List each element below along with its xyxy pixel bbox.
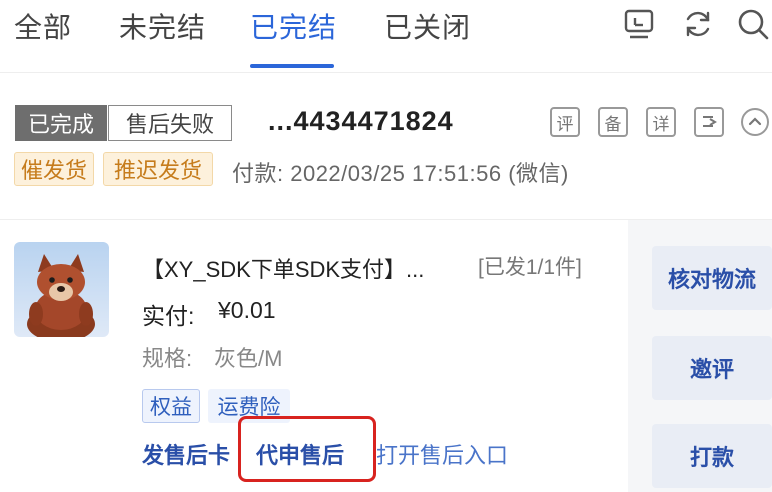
refresh-icon[interactable] — [681, 7, 715, 41]
order-header — [0, 73, 772, 220]
benefit-tag: 权益 — [142, 389, 200, 423]
tab-all[interactable]: 全部 — [14, 6, 72, 46]
paid-label: 实付: — [142, 303, 195, 329]
chevron-up-icon[interactable] — [741, 108, 769, 136]
shipping-insurance-tag: 运费险 — [208, 389, 290, 423]
apply-after-sale-link[interactable]: 代申售后 — [256, 438, 344, 470]
search-icon[interactable] — [736, 7, 770, 41]
tab-closed[interactable]: 已关闭 — [384, 6, 471, 46]
spec-label: 规格: — [142, 346, 193, 371]
invite-review-button[interactable]: 邀评 — [652, 336, 772, 400]
review-button[interactable]: 评 — [550, 107, 580, 137]
send-after-sale-card-link[interactable]: 发售后卡 — [142, 438, 230, 470]
open-after-sale-entry-link[interactable]: 打开售后入口 — [376, 438, 508, 470]
product-image[interactable] — [14, 242, 109, 337]
order-number: ...4434471824 — [268, 106, 454, 136]
tab-finished[interactable]: 已完结 — [250, 6, 337, 46]
product-title[interactable]: 【XY_SDK下单SDK支付】... — [142, 252, 424, 284]
detail-button[interactable]: 详 — [646, 107, 676, 137]
note-button[interactable]: 备 — [598, 107, 628, 137]
urge-shipment-tag[interactable]: 催发货 — [14, 152, 94, 186]
check-logistics-button[interactable]: 核对物流 — [652, 246, 772, 310]
spec-value: 灰色/M — [214, 346, 283, 371]
shipping-status: [已发1/1件] — [478, 256, 582, 279]
share-icon[interactable] — [694, 107, 724, 137]
tab-unfinished[interactable]: 未完结 — [119, 6, 206, 46]
active-tab-indicator — [250, 64, 334, 68]
delay-shipment-tag[interactable]: 推迟发货 — [103, 152, 213, 186]
status-badge-after-sale-failed: 售后失败 — [108, 105, 232, 141]
tv-icon[interactable] — [622, 7, 656, 41]
status-badge-done: 已完成 — [15, 105, 107, 141]
order-tab-bar: 全部 未完结 已完结 已关闭 — [0, 0, 772, 73]
fox-plush-icon — [14, 242, 109, 337]
paid-amount: ¥0.01 — [218, 297, 276, 323]
pay-button[interactable]: 打款 — [652, 424, 772, 488]
payment-info: 付款: 2022/03/25 17:51:56 (微信) — [232, 161, 569, 186]
